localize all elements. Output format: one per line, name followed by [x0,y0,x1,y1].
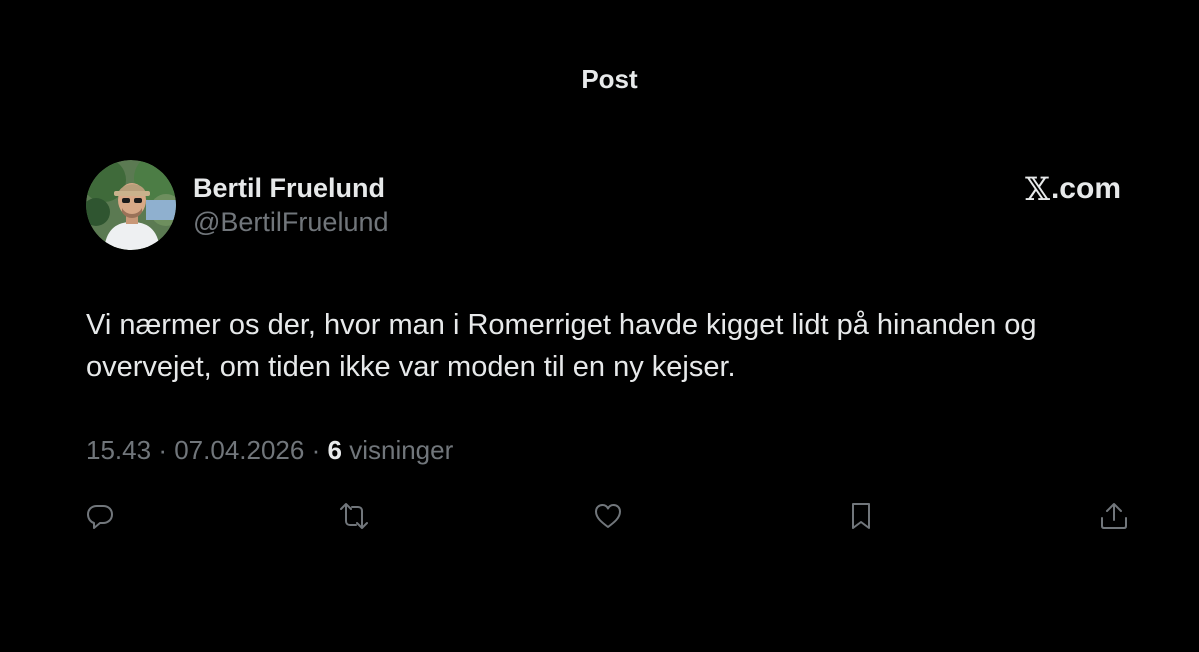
share-icon [1101,503,1127,529]
share-button[interactable] [1094,496,1134,536]
reply-button[interactable] [80,496,120,536]
action-bar [0,496,1199,536]
views-count: 6 [327,435,342,465]
brand-suffix: .com [1050,172,1121,205]
meta-separator: · [158,435,167,465]
meta-separator: · [311,435,321,465]
tweet-meta: 15.43 · 07.04.2026 · 6 visninger [86,435,453,466]
page-title: Post [581,64,638,94]
author-display-name[interactable]: Bertil Fruelund [193,171,389,205]
author-names: Bertil Fruelund @BertilFruelund [193,171,389,239]
brand-logo: 𝕏 .com [1025,170,1121,208]
reply-icon [87,505,113,529]
tweet-date[interactable]: 07.04.2026 [174,435,304,465]
repost-icon [340,503,368,529]
like-button[interactable] [588,496,628,536]
author-block: Bertil Fruelund @BertilFruelund [86,160,389,250]
avatar-image [86,160,176,250]
tweet-time[interactable]: 15.43 [86,435,151,465]
bookmark-button[interactable] [841,496,881,536]
author-handle[interactable]: @BertilFruelund [193,205,389,239]
tweet-text: Vi nærmer os der, hvor man i Romerriget … [86,309,1037,383]
views-label: visninger [349,435,454,465]
repost-button[interactable] [334,496,374,536]
x-logo-icon: 𝕏 [1025,170,1050,208]
heart-icon [595,504,621,528]
avatar[interactable] [86,160,176,250]
bookmark-icon [852,503,870,529]
